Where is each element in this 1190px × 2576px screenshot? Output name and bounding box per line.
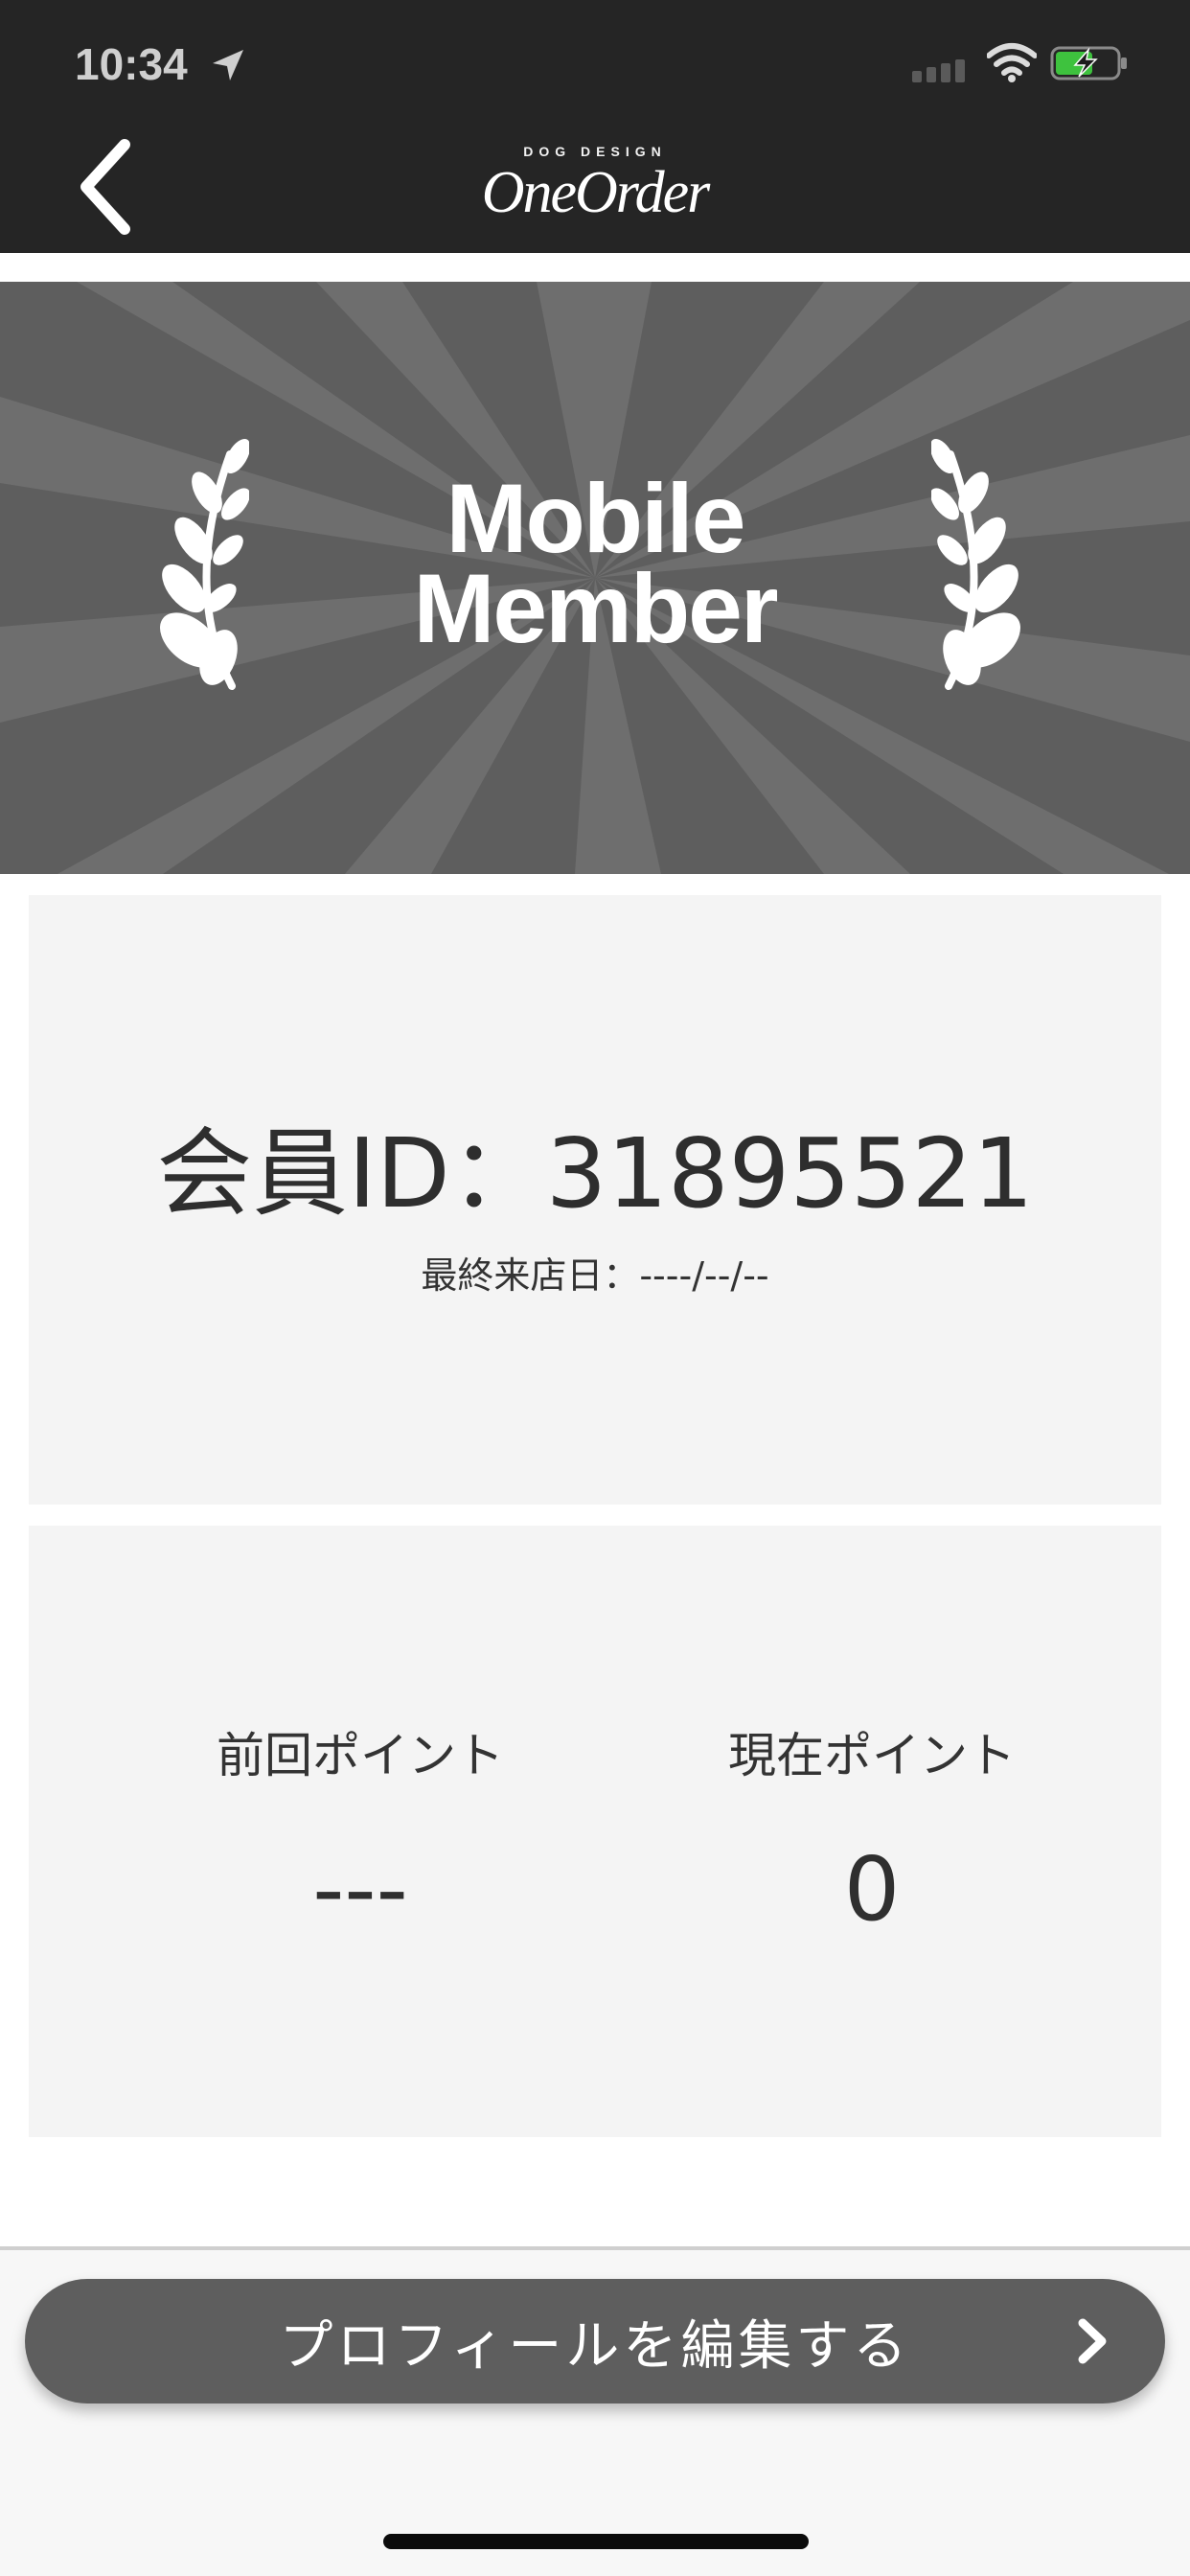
footer: プロフィールを編集する — [0, 2250, 1190, 2576]
current-points-value: 0 — [843, 1838, 901, 1941]
chevron-left-icon — [80, 139, 130, 235]
top-bar: 10:34 DOG DESIGN OneOrder — [0, 0, 1190, 253]
points-card: 前回ポイント --- 現在ポイント 0 — [29, 1526, 1161, 2137]
chevron-right-icon — [1078, 2318, 1107, 2364]
previous-points-label: 前回ポイント — [217, 1728, 504, 1783]
laurel-right-icon — [931, 438, 1020, 690]
battery-charging-icon — [1050, 46, 1127, 80]
member-id-card: 会員ID：31895521 最終来店日：----/--/-- — [29, 895, 1161, 1505]
brand-name: OneOrder — [481, 160, 711, 225]
home-indicator[interactable] — [383, 2534, 809, 2549]
current-points-label: 現在ポイント — [728, 1728, 1016, 1783]
location-arrow-icon — [213, 50, 243, 80]
previous-points: 前回ポイント --- — [102, 1717, 619, 1941]
member-id: 会員ID：31895521 — [156, 1117, 1034, 1230]
cellular-signal-icon — [912, 59, 965, 82]
back-button[interactable] — [77, 134, 163, 240]
previous-points-value: --- — [312, 1838, 408, 1941]
last-visit-date: 最終来店日：----/--/-- — [421, 1254, 769, 1297]
current-points: 現在ポイント 0 — [613, 1717, 1131, 1941]
wifi-icon — [987, 43, 1037, 82]
mobile-member-banner: Mobile Member — [0, 282, 1190, 874]
edit-profile-label: プロフィールを編集する — [279, 2314, 911, 2378]
brand-subtitle: DOG DESIGN — [523, 144, 667, 159]
status-time: 10:34 — [75, 39, 188, 89]
edit-profile-button[interactable]: プロフィールを編集する — [25, 2279, 1165, 2404]
brand-logo: DOG DESIGN OneOrder — [460, 144, 730, 240]
member-screen: 10:34 DOG DESIGN OneOrder Mobile Member … — [0, 0, 1190, 2576]
